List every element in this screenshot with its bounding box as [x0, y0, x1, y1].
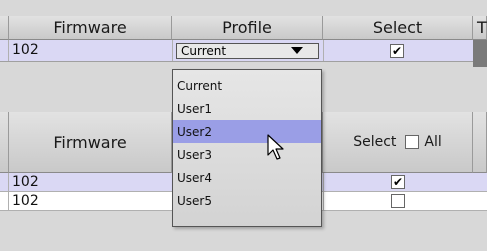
row-select-checkbox[interactable]	[391, 194, 405, 208]
table1-header-firmware[interactable]: Firmware	[9, 16, 172, 40]
cell-divider	[323, 192, 324, 210]
table1: Firmware Profile Select T 102 Current ✔	[0, 0, 487, 67]
check-icon: ✔	[391, 44, 403, 58]
table1-select-checkbox[interactable]: ✔	[390, 44, 404, 58]
table2-header-select[interactable]: Select All	[323, 112, 473, 173]
select-all-checkbox[interactable]	[405, 135, 420, 149]
menu-item-user2[interactable]: User2	[173, 120, 321, 143]
table1-header-overflow[interactable]: T	[473, 16, 487, 40]
menu-item-current[interactable]: Current	[173, 74, 321, 97]
row-select-checkbox[interactable]: ✔	[391, 175, 405, 189]
menu-item-user4[interactable]: User4	[173, 166, 321, 189]
profile-dropdown-list[interactable]: Current User1 User2 User3 User4 User5	[172, 69, 322, 227]
table1-header-profile[interactable]: Profile	[172, 16, 323, 40]
check-icon: ✔	[392, 175, 404, 189]
row-edge	[0, 192, 9, 210]
menu-item-user3[interactable]: User3	[173, 143, 321, 166]
cell-divider	[323, 173, 324, 191]
select-header-label: Select	[372, 18, 423, 37]
table1-row[interactable]: 102 Current ✔	[0, 40, 473, 62]
chevron-down-icon[interactable]	[291, 47, 303, 54]
select-header-label: Select	[353, 134, 397, 150]
table1-cell-firmware: 102	[12, 42, 39, 58]
menu-item-user1[interactable]: User1	[173, 97, 321, 120]
table2-cell-firmware: 102	[12, 174, 39, 190]
table1-header-select[interactable]: Select	[323, 16, 473, 40]
profile-dropdown-value: Current	[181, 44, 227, 58]
table1-gray-column	[473, 40, 487, 67]
mouse-cursor-icon	[267, 134, 284, 160]
firmware-header-label: Firmware	[53, 18, 127, 37]
row-edge	[0, 173, 9, 191]
table1-header-edge	[0, 16, 9, 40]
menu-item-user5[interactable]: User5	[173, 189, 321, 212]
cell-divider	[323, 40, 324, 61]
table2-header-firmware[interactable]: Firmware	[9, 112, 172, 173]
table2-cell-firmware: 102	[12, 193, 39, 209]
table2-header-edge	[0, 112, 9, 173]
row-edge	[0, 40, 9, 61]
cell-divider	[172, 40, 173, 61]
firmware-header-label: Firmware	[53, 132, 127, 152]
select-all-label: All	[424, 134, 442, 150]
profile-dropdown[interactable]: Current	[176, 43, 319, 59]
overflow-header-label: T	[477, 18, 487, 37]
table2-header-overflow	[473, 112, 487, 173]
profile-header-label: Profile	[222, 18, 272, 37]
